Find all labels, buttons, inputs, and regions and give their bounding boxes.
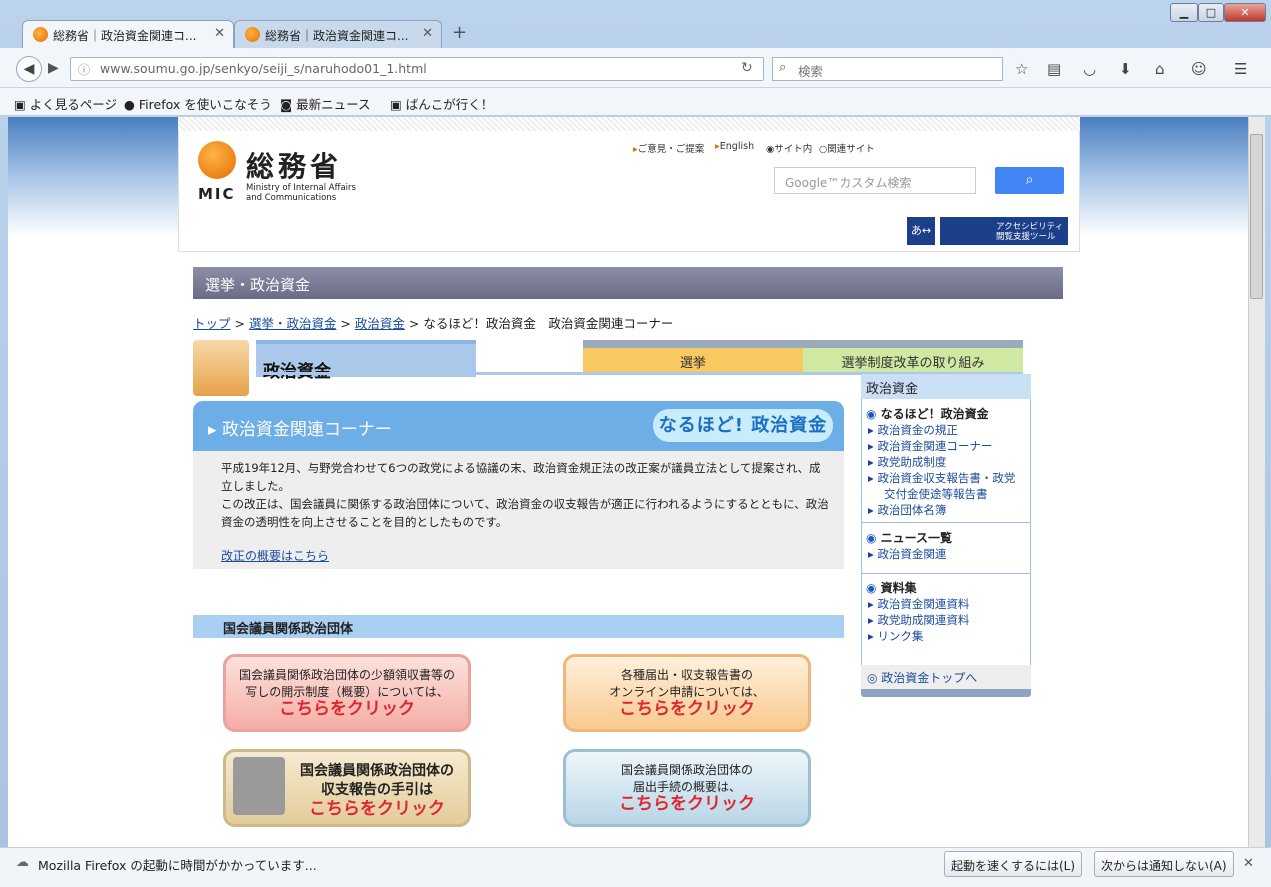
sidebar-item[interactable]: 政治資金関連資料 [866,596,969,612]
sidebar-item[interactable]: 政治資金の規正 [866,422,1015,438]
hands-icon [193,340,249,396]
bookmark-item[interactable]: ▣ よく見るページ [14,94,117,113]
disclosure-button[interactable]: 国会議員関係政治団体の少額領収書等の 写しの開示制度（概要）については、 こちらをク… [223,654,471,732]
naruhodo-badge: なるほど! 政治資金 [653,409,833,442]
sidebar-group-head[interactable]: ニュース一覧 [866,529,952,546]
reading-list-icon[interactable]: ▤ [1047,60,1061,78]
filing-procedure-button[interactable]: 国会議員関係政治団体の 届出手続の概要は、 こちらをクリック [563,749,811,827]
sidebar-item[interactable]: 政治資金関連 [866,546,952,562]
info-icon[interactable]: ⓘ [78,61,90,78]
notification-icon: ☁ [16,855,29,870]
url-text[interactable]: www.soumu.go.jp/senkyo/seiji_s/naruhodo0… [100,61,427,76]
search-placeholder: 検索 [798,64,824,79]
breadcrumb-link[interactable]: トップ [193,316,231,331]
kaisei-link[interactable]: 改正の概要はこちら [221,547,329,564]
dont-notify-button[interactable]: 次からは通知しない(A) [1094,851,1234,877]
body-paragraph: この改正は、国会議員に関係する政治団体について、政治資金の収支報告が適正に行われ… [221,497,829,529]
sidebar-group: 資料集 政治資金関連資料 政党助成関連資料 リンク集 [866,579,969,644]
breadcrumb: トップ > 選挙・政治資金 > 政治資金 > なるほど！政治資金 政治資金関連コ… [193,316,674,331]
text-size-button[interactable]: あ↔あ [907,217,935,265]
sidebar-title: 政治資金 [861,374,1031,399]
tab-active[interactable]: 総務省｜政治資金関連コ... ✕ [22,20,234,48]
logo-icon [198,141,236,179]
sidebar-item[interactable]: 政治資金関連コーナー [866,438,1015,454]
sidebar-group-head[interactable]: なるほど！政治資金 [866,405,1015,422]
sidebar-item[interactable]: 政党助成関連資料 [866,612,969,628]
divider [862,573,1030,574]
scrollbar-thumb[interactable] [1250,134,1263,299]
back-button[interactable]: ◀ [16,56,42,82]
sidebar-item-cont[interactable]: 交付金使途等報告書 [866,486,1015,502]
body-paragraph: 平成19年12月、与野党合わせて6つの政党による協議の末、政治資金規正法の改正案… [221,461,821,493]
notification-text: Mozilla Firefox の起動に時間がかかっています... [38,858,317,873]
google-search-input[interactable]: Google™カスタム検索 [774,167,976,194]
maximize-button[interactable]: □ [1198,3,1224,22]
tab-title: 総務省｜政治資金関連コ... [265,29,409,43]
favicon-icon [245,27,260,42]
radio-related[interactable]: ○関連サイト [819,141,875,155]
sidebar-item[interactable]: リンク集 [866,628,969,644]
category-title: 政治資金 [263,357,331,382]
sidebar-group: ニュース一覧 政治資金関連 [866,529,952,562]
sidebar-item[interactable]: 政党助成制度 [866,454,1015,470]
logo-text[interactable]: 総務省 [246,145,342,185]
online-application-button[interactable]: 各種届出・収支報告書の オンライン申請については、 こちらをクリック [563,654,811,732]
menu-icon[interactable]: ☰ [1234,60,1247,78]
tab-inactive[interactable]: 総務省｜政治資金関連コ... ✕ [234,20,442,48]
logo-subtitle: Ministry of Internal Affairs and Communic… [246,183,356,203]
radio-site[interactable]: ◉サイト内 [766,141,812,155]
download-icon[interactable]: ⬇ [1119,60,1132,78]
bookmark-item[interactable]: ● Firefox を使いこなそう [124,94,272,113]
breadcrumb-current: なるほど！政治資金 政治資金関連コーナー [423,316,674,331]
home-icon[interactable]: ⌂ [1155,60,1165,78]
corner-title: ▸ 政治資金関連コーナー [208,420,392,440]
forward-button[interactable]: ▶ [48,60,59,76]
header-stripe [178,117,1080,131]
tab-title: 総務省｜政治資金関連コ... [53,29,197,43]
close-tab-icon[interactable]: ✕ [214,26,225,41]
search-icon: ⌕ [779,60,787,75]
sidebar-item[interactable]: 政治団体名簿 [866,502,1015,518]
bookmark-star-icon[interactable]: ☆ [1015,60,1028,78]
breadcrumb-link[interactable]: 政治資金 [355,316,405,331]
sidebar-group: なるほど！政治資金 政治資金の規正 政治資金関連コーナー 政党助成制度 政治資金… [866,405,1015,518]
section-heading: 国会議員関係政治団体 [193,615,844,638]
chat-icon[interactable]: ☺ [1191,60,1207,78]
tab-reform[interactable]: 選挙制度改革の取り組み [803,340,1023,372]
minimize-button[interactable]: ▁ [1170,3,1198,22]
corner-body: 平成19年12月、与野党合わせて6つの政党による協議の末、政治資金規正法の改正案… [221,459,831,531]
accessibility-button[interactable]: アクセシビリティ 閲覧支援ツール [940,217,1068,245]
tab-election[interactable]: 選挙 [583,340,803,372]
logo-mic: MIC [198,185,236,203]
bookmark-item[interactable]: ▣ ばんこが行く！ [390,94,493,113]
favicon-icon [33,27,48,42]
sidebar-item[interactable]: 政治資金収支報告書・政党 [866,470,1015,486]
english-link[interactable]: ▸English [715,141,754,152]
speedup-button[interactable]: 起動を速くするには(L) [944,851,1083,877]
close-notification-icon[interactable]: ✕ [1243,856,1254,871]
pocket-icon[interactable]: ◡ [1083,60,1096,78]
search-button[interactable]: ⌕ [995,167,1064,194]
sidebar-bottom [861,689,1031,697]
breadcrumb-link[interactable]: 選挙・政治資金 [249,316,337,331]
reload-icon[interactable]: ↻ [741,60,753,76]
page-viewport: 総務省 MIC Ministry of Internal Affairs and … [8,117,1248,847]
sidebar-top-link[interactable]: ◎ 政治資金トップへ [861,665,1031,689]
close-tab-icon[interactable]: ✕ [422,26,433,41]
section-title-bar: 選挙・政治資金 [193,267,1063,299]
page-body: 総務省 MIC Ministry of Internal Affairs and … [178,117,1080,847]
bookmark-item[interactable]: ◙ 最新ニュース [280,94,371,113]
document-icon [233,757,285,815]
sidebar-group-head[interactable]: 資料集 [866,579,969,596]
close-window-button[interactable]: ✕ [1224,3,1266,22]
new-tab-button[interactable]: + [452,22,467,43]
divider [862,522,1030,523]
feedback-link[interactable]: ▸ご意見・ご提案 [633,141,704,155]
